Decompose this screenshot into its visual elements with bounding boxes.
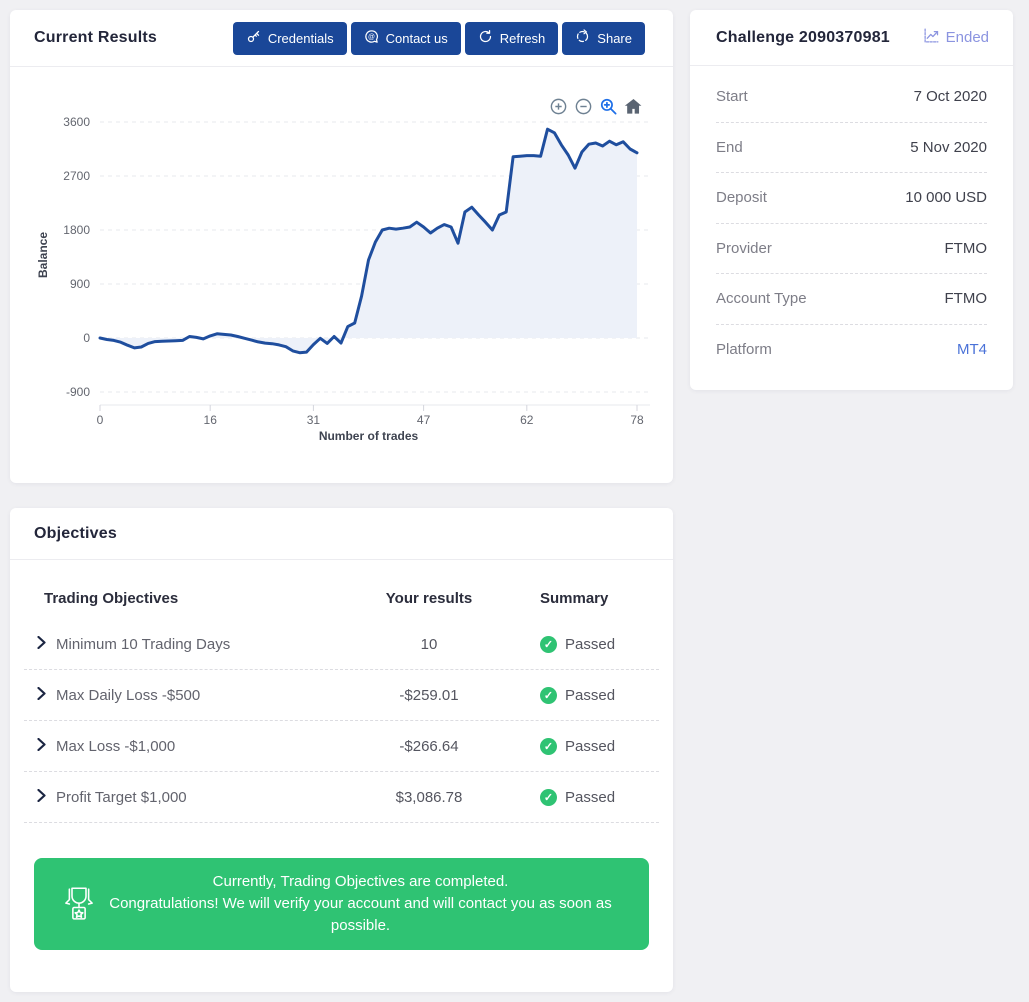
svg-text:Balance: Balance	[36, 232, 50, 278]
ended-chart-icon	[923, 27, 940, 48]
current-results-card: Current Results Credentials @ Contact us…	[10, 10, 673, 483]
balance-chart[interactable]: 3600 2700 1800 900 0 -900 0 16 31 47 62 78 Number of…	[10, 68, 673, 483]
chevron-right-icon	[37, 635, 46, 653]
dashboard-page: Current Results Credentials @ Contact us…	[0, 0, 1029, 1002]
info-row-provider: Provider FTMO	[716, 224, 987, 274]
selection-zoom-icon[interactable]	[599, 97, 618, 116]
objective-row-min-days[interactable]: Minimum 10 Trading Days 10 ✓ Passed	[24, 619, 659, 670]
results-actions: Credentials @ Contact us Refresh Share	[232, 21, 645, 55]
chart-toolbar	[549, 97, 643, 116]
info-row-platform: Platform MT4	[716, 341, 987, 359]
objective-row-max-loss[interactable]: Max Loss -$1,000 -$266.64 ✓ Passed	[24, 721, 659, 772]
objectives-header: Objectives	[10, 508, 673, 560]
svg-text:Number of trades: Number of trades	[319, 429, 419, 443]
check-icon: ✓	[540, 737, 557, 755]
col-summary: Summary	[540, 590, 609, 607]
svg-text:3600: 3600	[63, 115, 90, 129]
banner-message: Currently, Trading Objectives are comple…	[109, 873, 612, 934]
current-results-title: Current Results	[34, 29, 158, 46]
refresh-button[interactable]: Refresh	[464, 21, 559, 55]
chevron-right-icon	[37, 737, 46, 755]
svg-text:@: @	[368, 34, 375, 41]
objectives-card: Objectives Trading Objectives Your resul…	[10, 508, 673, 992]
platform-link[interactable]: MT4	[957, 341, 987, 358]
objective-row-profit-target[interactable]: Profit Target $1,000 $3,086.78 ✓ Passed	[24, 772, 659, 823]
svg-text:1800: 1800	[63, 223, 90, 237]
home-icon[interactable]	[624, 97, 643, 116]
svg-text:900: 900	[70, 277, 90, 291]
col-trading-objectives: Trading Objectives	[44, 590, 179, 607]
svg-text:47: 47	[417, 413, 431, 427]
challenge-card: Challenge 2090370981 Ended Start 7 Oct 2…	[690, 10, 1013, 390]
credentials-button[interactable]: Credentials	[232, 21, 347, 55]
check-icon: ✓	[540, 788, 557, 806]
check-icon: ✓	[540, 686, 557, 704]
objectives-table-head: Trading Objectives Your results Summary	[24, 560, 659, 619]
info-row-deposit: Deposit 10 000 USD	[716, 173, 987, 224]
chat-icon: @	[364, 29, 379, 47]
svg-text:78: 78	[630, 413, 644, 427]
svg-text:0: 0	[83, 331, 90, 345]
zoom-in-icon[interactable]	[549, 97, 568, 116]
challenge-info: Start 7 Oct 2020 End 5 Nov 2020 Deposit …	[690, 66, 1013, 375]
svg-text:0: 0	[97, 413, 104, 427]
objective-row-max-daily-loss[interactable]: Max Daily Loss -$500 -$259.01 ✓ Passed	[24, 670, 659, 721]
svg-text:-900: -900	[66, 385, 90, 399]
status-badge: Ended	[923, 27, 989, 48]
check-icon: ✓	[540, 635, 557, 653]
challenge-header: Challenge 2090370981 Ended	[690, 10, 1013, 66]
svg-text:2700: 2700	[63, 169, 90, 183]
success-banner: Currently, Trading Objectives are comple…	[34, 858, 649, 950]
info-row-account-type: Account Type FTMO	[716, 274, 987, 325]
col-your-results: Your results	[385, 590, 473, 607]
refresh-icon	[478, 29, 493, 47]
share-icon	[575, 29, 590, 47]
key-icon	[246, 29, 261, 47]
trophy-icon	[58, 883, 100, 925]
current-results-header: Current Results Credentials @ Contact us…	[10, 10, 673, 67]
share-button[interactable]: Share	[562, 21, 645, 55]
svg-text:16: 16	[204, 413, 218, 427]
contact-us-button[interactable]: @ Contact us	[350, 21, 461, 55]
svg-text:62: 62	[520, 413, 534, 427]
info-row-end: End 5 Nov 2020	[716, 123, 987, 173]
challenge-title: Challenge 2090370981	[716, 28, 890, 46]
status-label: Ended	[945, 29, 989, 46]
chevron-right-icon	[37, 686, 46, 704]
objectives-title: Objectives	[34, 524, 117, 542]
zoom-out-icon[interactable]	[574, 97, 593, 116]
svg-text:31: 31	[307, 413, 321, 427]
info-row-start: Start 7 Oct 2020	[716, 72, 987, 123]
chevron-right-icon	[37, 788, 46, 806]
